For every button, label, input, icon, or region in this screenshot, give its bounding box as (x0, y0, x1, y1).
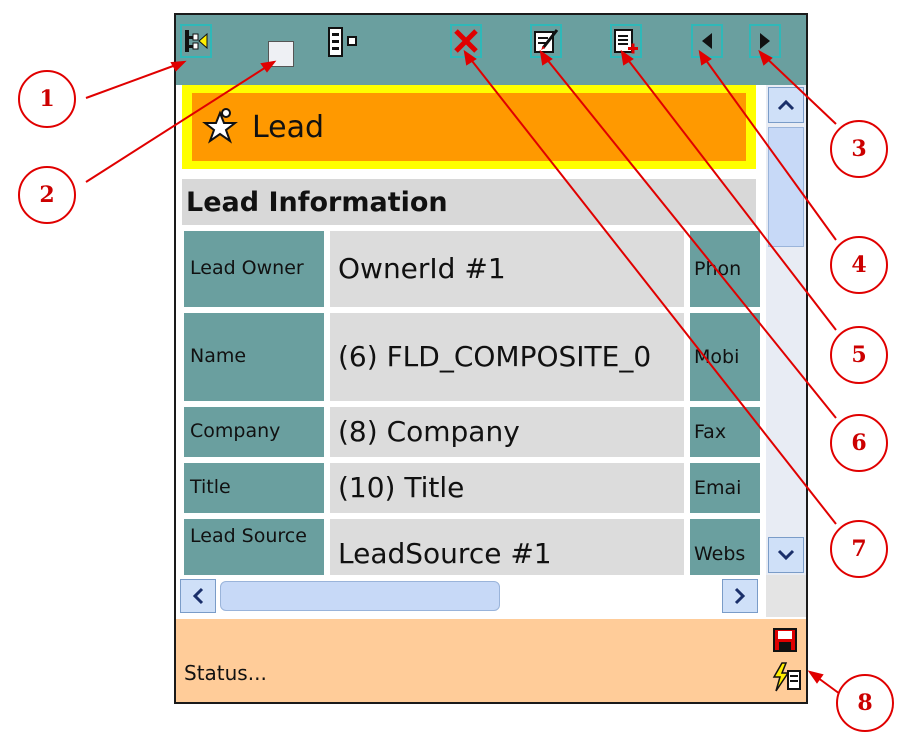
lead-icon (202, 108, 238, 144)
field-label-secondary: Fax (690, 407, 760, 457)
record-header: Lead (182, 85, 756, 169)
table-row: Name (6) FLD_COMPOSITE_0 Mobi (184, 313, 766, 401)
previous-button[interactable] (691, 24, 723, 58)
field-label-secondary: Emai (690, 463, 760, 513)
table-row: Title (10) Title Emai (184, 463, 766, 513)
field-value[interactable]: (8) Company (330, 407, 684, 457)
table-row: Company (8) Company Fax (184, 407, 766, 457)
horizontal-scrollbar[interactable] (176, 575, 766, 617)
next-button[interactable] (749, 24, 781, 58)
field-label-secondary: Phon (690, 231, 760, 307)
callout-3: 3 (830, 120, 888, 178)
callout-8: 8 (836, 674, 894, 732)
edit-record-button[interactable] (530, 24, 562, 58)
tree-collapse-button[interactable] (180, 24, 212, 58)
arrowhead (807, 670, 824, 684)
list-expand-icon (328, 27, 357, 57)
new-record-icon (614, 29, 638, 54)
next-icon (760, 33, 770, 49)
list-expand-button[interactable] (326, 25, 360, 59)
delete-icon (454, 29, 478, 53)
field-label: Lead Source (184, 519, 324, 575)
scroll-right-button[interactable] (722, 579, 758, 613)
status-bar: Status... (176, 619, 806, 702)
section-title: Lead Information (182, 179, 756, 225)
callout-line-8 (809, 671, 841, 695)
horizontal-scroll-thumb[interactable] (220, 581, 500, 611)
table-row: Lead Source LeadSource #1 Webs (184, 519, 766, 575)
checkbox[interactable] (268, 41, 294, 67)
tree-collapse-icon (185, 30, 208, 52)
field-value[interactable]: (6) FLD_COMPOSITE_0 (330, 313, 684, 401)
chevron-up-icon (777, 99, 795, 111)
chevron-right-icon (734, 587, 746, 605)
callout-6: 6 (830, 414, 888, 472)
delete-button[interactable] (450, 24, 482, 58)
scroll-thumb[interactable] (768, 127, 804, 247)
field-value[interactable]: OwnerId #1 (330, 231, 684, 307)
edit-record-icon (534, 29, 559, 53)
checkbox-icon (269, 42, 293, 66)
scroll-left-button[interactable] (180, 579, 216, 613)
previous-icon (702, 33, 712, 49)
field-label: Company (184, 407, 324, 457)
record-title: Lead (252, 109, 325, 145)
scroll-up-button[interactable] (768, 87, 804, 123)
field-label: Name (184, 313, 324, 401)
toolbar (176, 15, 806, 85)
record-header-bar: Lead (192, 93, 746, 161)
field-value[interactable]: (10) Title (330, 463, 684, 513)
scroll-down-button[interactable] (768, 537, 804, 573)
new-record-button[interactable] (610, 24, 642, 58)
callout-line-1 (85, 61, 185, 99)
callout-1: 1 (18, 70, 76, 128)
field-label-secondary: Webs (690, 519, 760, 575)
field-label: Lead Owner (184, 231, 324, 307)
mobile-app-window: Lead Lead Information Lead Owner OwnerId… (174, 13, 808, 704)
field-value[interactable]: LeadSource #1 (330, 519, 684, 575)
record-form: Lead Lead Information Lead Owner OwnerId… (176, 85, 766, 575)
vertical-scrollbar[interactable] (766, 85, 806, 575)
chevron-left-icon (192, 587, 204, 605)
callout-4: 4 (830, 236, 888, 294)
callout-5: 5 (830, 326, 888, 384)
scroll-corner (766, 575, 806, 617)
field-label-secondary: Mobi (690, 313, 760, 401)
chevron-down-icon (777, 549, 795, 561)
field-label: Title (184, 463, 324, 513)
status-text: Status... (184, 661, 267, 685)
sync-button[interactable] (772, 661, 802, 693)
callout-7: 7 (830, 520, 888, 578)
sync-icon (772, 662, 801, 692)
save-button[interactable] (772, 627, 800, 655)
table-row: Lead Owner OwnerId #1 Phon (184, 231, 766, 307)
save-icon (773, 628, 797, 652)
callout-2: 2 (18, 166, 76, 224)
